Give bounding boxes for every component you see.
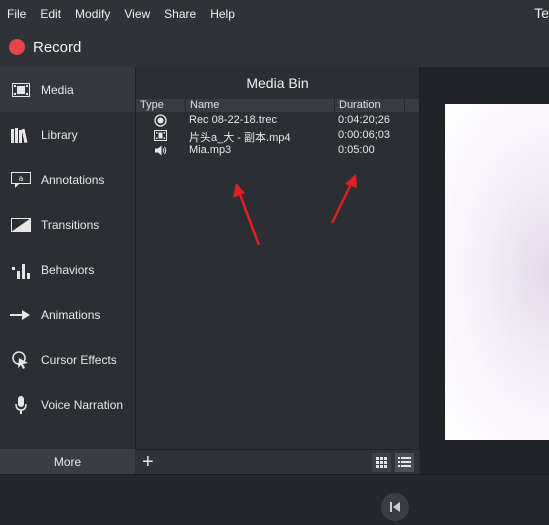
sidebar-item-label: Behaviors (41, 262, 95, 277)
column-divider (334, 99, 335, 112)
grid-view-icon (376, 457, 387, 468)
sidebar-item-media[interactable]: Media (0, 67, 135, 112)
menu-help[interactable]: Help (210, 7, 235, 21)
sidebar-item-label: Library (41, 127, 78, 142)
svg-text:a: a (19, 174, 24, 183)
media-filmstrip-icon (10, 79, 32, 101)
library-books-icon (10, 124, 32, 146)
media-duration: 0:05:00 (338, 144, 375, 156)
sidebar-item-label: Annotations (41, 172, 105, 187)
sidebar-item-label: Animations (41, 307, 101, 322)
media-name: Rec 08-22-18.trec (189, 114, 278, 126)
sidebar-item-label: Media (41, 82, 74, 97)
more-label: More (53, 454, 82, 469)
media-bin-header: Type Name Duration (136, 99, 419, 112)
media-bin-title: Media Bin (246, 75, 309, 91)
column-type[interactable]: Type (140, 99, 164, 112)
sidebar: Media Library a Annotations Transitions … (0, 67, 136, 449)
sidebar-item-behaviors[interactable]: Behaviors (0, 247, 135, 292)
media-row[interactable]: Mia.mp3 0:05:00 (136, 143, 419, 158)
list-view-icon (398, 457, 411, 467)
behaviors-icon (10, 259, 32, 281)
sidebar-item-library[interactable]: Library (0, 112, 135, 157)
sidebar-item-cursor-effects[interactable]: Cursor Effects (0, 337, 135, 382)
sidebar-item-annotations[interactable]: a Annotations (0, 157, 135, 202)
menu-edit[interactable]: Edit (40, 7, 61, 21)
menu-file[interactable]: File (7, 7, 26, 21)
record-icon (154, 114, 167, 127)
column-name[interactable]: Name (190, 99, 219, 112)
previous-frame-button[interactable] (381, 493, 409, 521)
record-button[interactable]: Record (0, 39, 81, 56)
app-title: Te (534, 5, 549, 21)
record-label: Record (33, 38, 82, 56)
media-row[interactable]: Rec 08-22-18.trec 0:04:20;26 (136, 113, 419, 128)
sidebar-item-transitions[interactable]: Transitions (0, 202, 135, 247)
media-duration: 0:00:06;03 (338, 129, 390, 141)
media-name: Mia.mp3 (189, 144, 232, 156)
grid-view-button[interactable] (372, 453, 391, 472)
menu-view[interactable]: View (124, 7, 150, 21)
menu-modify[interactable]: Modify (75, 7, 110, 21)
column-divider (404, 99, 405, 112)
step-back-icon (390, 502, 400, 512)
annotation-callout-icon: a (10, 169, 32, 191)
preview-canvas[interactable] (445, 104, 549, 440)
microphone-icon (10, 394, 32, 416)
list-view-button[interactable] (395, 453, 414, 472)
record-icon (9, 39, 25, 55)
video-icon (154, 129, 167, 142)
menu-share[interactable]: Share (164, 7, 196, 21)
more-button[interactable]: More (0, 449, 135, 474)
media-row[interactable]: 片头a_大 - 副本.mp4 0:00:06;03 (136, 128, 419, 144)
cursor-effects-icon (10, 349, 32, 371)
sidebar-item-label: Transitions (41, 217, 100, 232)
transition-icon (10, 214, 32, 236)
audio-icon (154, 144, 167, 157)
sidebar-item-animations[interactable]: Animations (0, 292, 135, 337)
sidebar-item-label: Voice Narration (41, 397, 124, 412)
media-duration: 0:04:20;26 (338, 114, 390, 126)
animation-arrow-icon (10, 304, 32, 326)
timeline-area (0, 474, 549, 525)
record-bar: Record (0, 27, 549, 67)
column-duration[interactable]: Duration (339, 99, 381, 112)
media-bin-panel: Media Bin Type Name Duration Rec 08-22-1… (136, 67, 420, 449)
menu-bar: File Edit Modify View Share Help Te (0, 0, 549, 27)
column-divider (185, 99, 186, 112)
media-bin-footer: + (136, 449, 419, 475)
sidebar-item-voice-narration[interactable]: Voice Narration (0, 382, 135, 427)
sidebar-item-label: Cursor Effects (41, 352, 117, 367)
add-media-button[interactable]: + (142, 452, 154, 472)
